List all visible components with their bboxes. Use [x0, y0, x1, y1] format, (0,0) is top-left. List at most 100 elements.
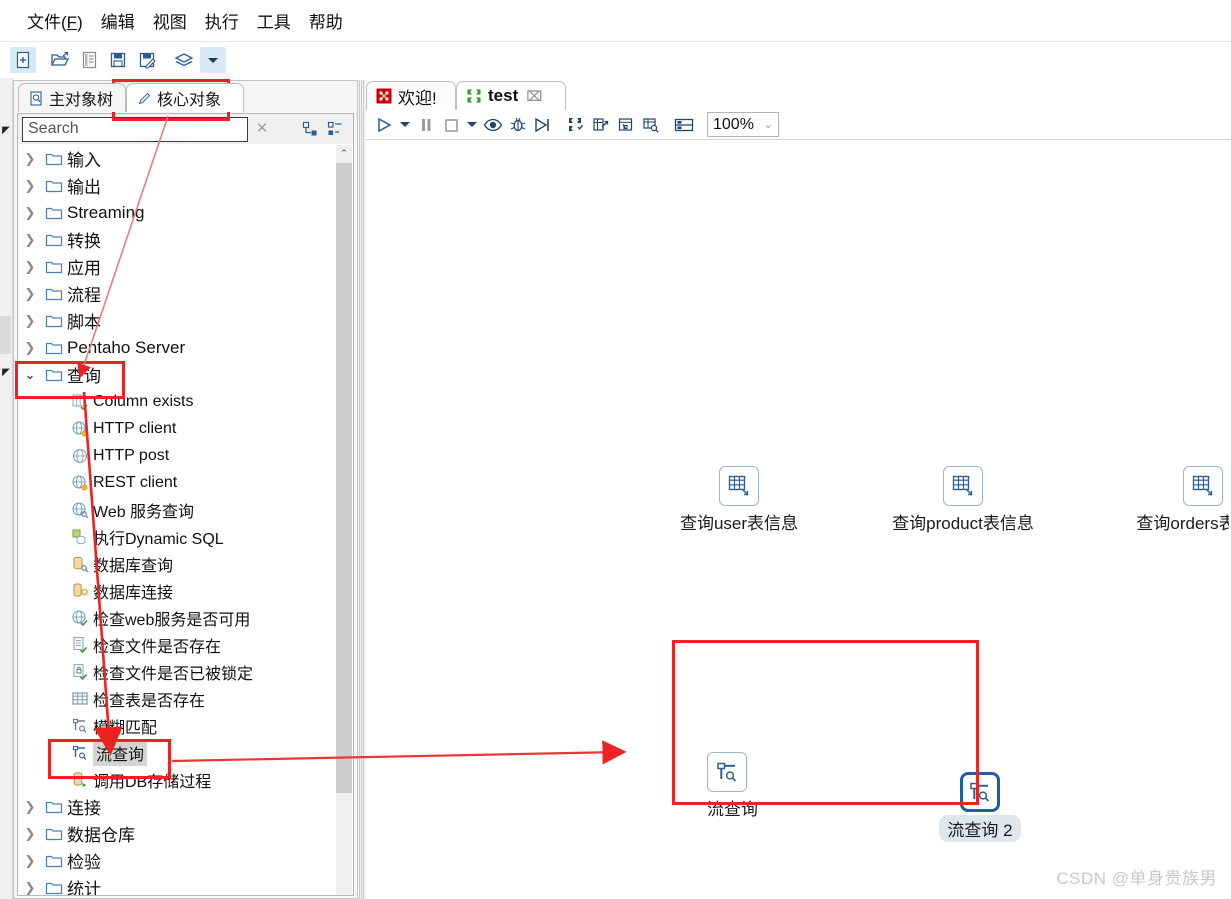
- verify-button[interactable]: [564, 113, 588, 137]
- sql-button[interactable]: [614, 113, 638, 137]
- menu-help[interactable]: 帮助: [300, 6, 352, 35]
- pause-button[interactable]: [414, 113, 438, 137]
- tab-test[interactable]: test ⌧: [456, 81, 566, 110]
- transformation-canvas[interactable]: 查询user表信息 查询product表信息 查询orders表 流查询 流查询…: [368, 141, 1229, 897]
- menu-file[interactable]: 文件(F): [18, 6, 92, 35]
- chevron-right-icon[interactable]: ❯: [19, 286, 41, 302]
- collapse-all-icon[interactable]: [323, 117, 347, 141]
- tree-step-database-join[interactable]: 数据库连接: [19, 577, 337, 604]
- tree-folder-application[interactable]: ❯ 应用: [19, 253, 337, 280]
- toolbar-overflow-button[interactable]: [200, 46, 226, 73]
- chevron-right-icon[interactable]: ❯: [19, 205, 41, 221]
- menu-run[interactable]: 执行: [196, 6, 248, 35]
- tree-step-stream-lookup[interactable]: 流查询: [19, 739, 337, 766]
- tree-step-http-client[interactable]: HTTP client: [19, 415, 337, 442]
- debug-button[interactable]: [506, 113, 530, 137]
- tree-step-file-exists[interactable]: 检查文件是否存在: [19, 631, 337, 658]
- panel-splitter[interactable]: [358, 80, 366, 899]
- chevron-right-icon[interactable]: ❯: [19, 232, 41, 248]
- tree-step-check-webservice[interactable]: 检查web服务是否可用: [19, 604, 337, 631]
- chevron-right-icon[interactable]: ❯: [19, 853, 41, 869]
- scrollbar-thumb[interactable]: [336, 163, 352, 793]
- tree-label: 检查文件是否已被锁定: [93, 665, 254, 683]
- zoom-select[interactable]: 100% ⌄: [707, 112, 779, 137]
- menu-bar: 文件(F) 编辑 视图 执行 工具 帮助: [0, 0, 1231, 42]
- chevron-down-icon[interactable]: ⌄: [764, 118, 773, 131]
- run-button[interactable]: [372, 113, 396, 137]
- tree-step-db-procedure[interactable]: 调用DB存储过程: [19, 766, 337, 793]
- chevron-right-icon[interactable]: ❯: [19, 826, 41, 842]
- canvas-step-stream-lookup-1[interactable]: 流查询: [707, 752, 817, 820]
- new-file-button[interactable]: [10, 46, 36, 73]
- tree-step-web-service-lookup[interactable]: Web 服务查询: [19, 496, 337, 523]
- tree-step-table-exists[interactable]: 检查表是否存在: [19, 685, 337, 712]
- tree-folder-streaming[interactable]: ❯ Streaming: [19, 199, 337, 226]
- core-objects-tree[interactable]: ❯ 输入 ❯ 输出 ❯ Streaming ❯ 转换 ❯ 应用 ❯ 流程 ❯ 脚…: [19, 145, 337, 895]
- expand-all-icon[interactable]: [298, 117, 322, 141]
- save-as-button[interactable]: [134, 47, 160, 73]
- canvas-step-stream-lookup-2[interactable]: 流查询 2: [915, 772, 1045, 842]
- canvas-step-product[interactable]: 查询product表信息: [888, 466, 1038, 534]
- preview-button[interactable]: [481, 113, 505, 137]
- tree-step-file-locked[interactable]: 检查文件是否已被锁定: [19, 658, 337, 685]
- rail-collapse-arrow-bottom[interactable]: ◤: [1, 368, 11, 378]
- chevron-right-icon[interactable]: ❯: [19, 178, 41, 194]
- chevron-right-icon[interactable]: ❯: [19, 151, 41, 167]
- tree-step-database-lookup[interactable]: 数据库查询: [19, 550, 337, 577]
- rail-collapse-arrow-top[interactable]: ◤: [1, 126, 11, 136]
- search-input[interactable]: [22, 116, 248, 142]
- replay-button[interactable]: [531, 113, 555, 137]
- layers-button[interactable]: [171, 47, 197, 73]
- tree-folder-joins[interactable]: ❯ 连接: [19, 793, 337, 820]
- tab-welcome[interactable]: 欢迎!: [366, 81, 456, 110]
- chevron-right-icon[interactable]: ❯: [19, 799, 41, 815]
- tree-step-dynamic-sql[interactable]: 执行Dynamic SQL: [19, 523, 337, 550]
- explore-repository-button[interactable]: [76, 47, 102, 73]
- scrollbar-track[interactable]: [336, 793, 352, 895]
- impact-analysis-button[interactable]: [589, 113, 613, 137]
- show-grid-button[interactable]: [672, 113, 696, 137]
- open-folder-icon: [50, 51, 70, 66]
- tree-folder-input[interactable]: ❯ 输入: [19, 145, 337, 172]
- stop-options-button[interactable]: [464, 113, 480, 137]
- tree-folder-script[interactable]: ❯ 脚本: [19, 307, 337, 334]
- open-file-button[interactable]: [47, 47, 73, 73]
- chevron-right-icon[interactable]: ❯: [19, 880, 41, 896]
- dynamic-sql-icon: [67, 528, 93, 546]
- tree-step-column-exists[interactable]: Column exists: [19, 388, 337, 415]
- chevron-right-icon[interactable]: ❯: [19, 340, 41, 356]
- tree-label: 连接: [67, 799, 101, 818]
- canvas-step-user[interactable]: 查询user表信息: [664, 466, 814, 534]
- tree-folder-lookup[interactable]: ⌄ 查询: [19, 361, 337, 388]
- stop-button[interactable]: [439, 113, 463, 137]
- tab-main-object-tree[interactable]: 主对象树: [18, 83, 126, 112]
- tree-folder-flow[interactable]: ❯ 流程: [19, 280, 337, 307]
- tree-step-rest-client[interactable]: REST client: [19, 469, 337, 496]
- chevron-down-icon[interactable]: ⌄: [19, 367, 41, 383]
- tree-label: 转换: [67, 232, 101, 251]
- debug-bug-icon: [510, 117, 526, 131]
- explore-db-button[interactable]: [639, 113, 663, 137]
- chevron-right-icon[interactable]: ❯: [19, 259, 41, 275]
- clear-search-button[interactable]: ×: [248, 116, 276, 142]
- tree-folder-output[interactable]: ❯ 输出: [19, 172, 337, 199]
- menu-tools[interactable]: 工具: [248, 6, 300, 35]
- tree-vertical-scrollbar[interactable]: ⌃: [336, 145, 352, 895]
- tree-folder-pentaho-server[interactable]: ❯ Pentaho Server: [19, 334, 337, 361]
- tree-step-fuzzy-match[interactable]: 模糊匹配: [19, 712, 337, 739]
- scroll-up-arrow-icon[interactable]: ⌃: [336, 145, 352, 162]
- close-icon[interactable]: ⌧: [526, 88, 542, 105]
- tree-step-http-post[interactable]: HTTP post: [19, 442, 337, 469]
- run-options-button[interactable]: [397, 113, 413, 137]
- menu-view[interactable]: 视图: [144, 6, 196, 35]
- canvas-step-orders[interactable]: 查询orders表信息: [1128, 466, 1229, 534]
- tab-core-objects[interactable]: 核心对象: [126, 83, 244, 112]
- tree-folder-validation[interactable]: ❯ 检验: [19, 847, 337, 874]
- tree-folder-statistics[interactable]: ❯ 统计: [19, 874, 337, 896]
- rail-handle[interactable]: [0, 316, 11, 354]
- tree-folder-data-warehouse[interactable]: ❯ 数据仓库: [19, 820, 337, 847]
- tree-folder-transform[interactable]: ❯ 转换: [19, 226, 337, 253]
- chevron-right-icon[interactable]: ❯: [19, 313, 41, 329]
- menu-edit[interactable]: 编辑: [92, 6, 144, 35]
- save-button[interactable]: [105, 47, 131, 73]
